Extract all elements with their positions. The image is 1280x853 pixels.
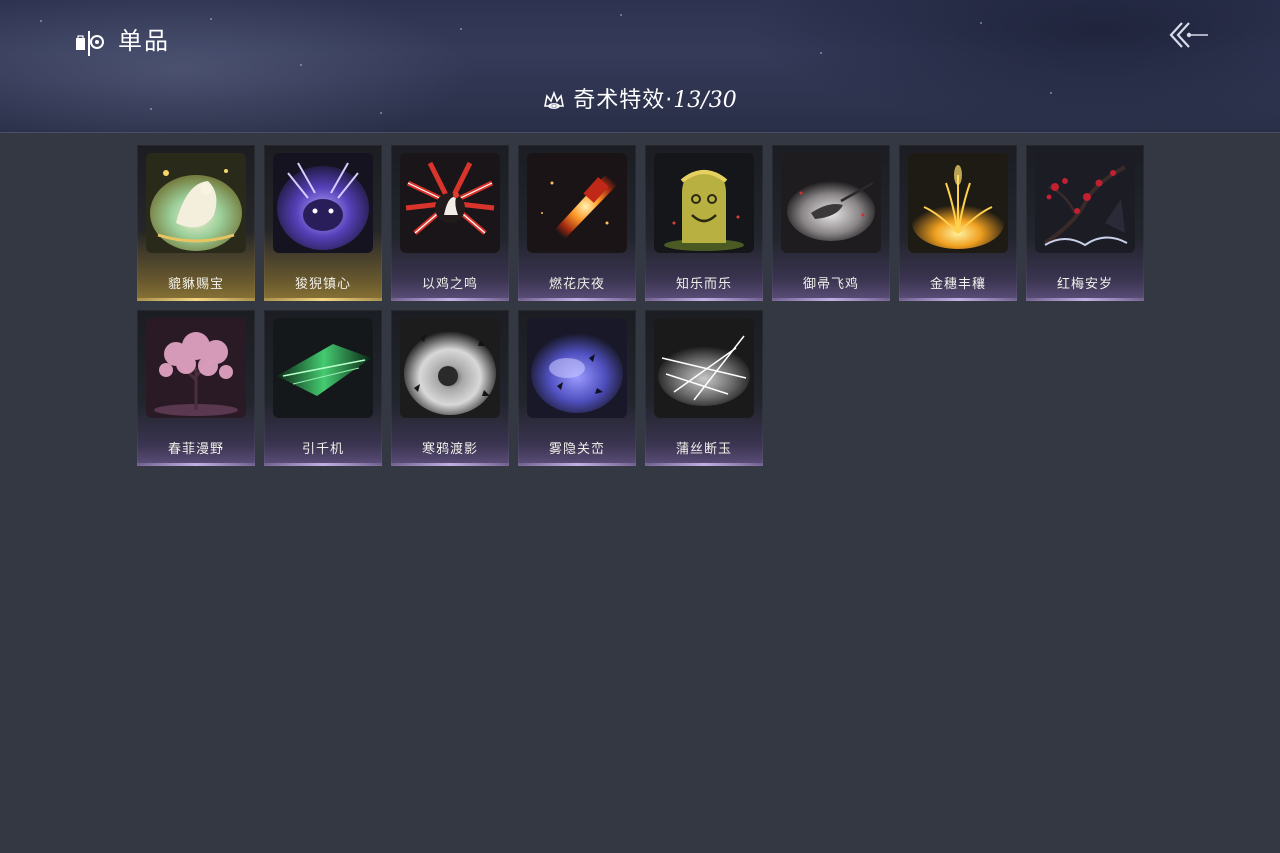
effect-name: 金穗丰穰 <box>929 277 986 292</box>
purple-lion-art <box>273 153 373 253</box>
effect-name: 蒲丝断玉 <box>675 442 732 457</box>
effect-card[interactable]: 蒲丝断玉 <box>645 310 763 466</box>
effect-card[interactable]: 御帚飞鸡 <box>772 145 890 301</box>
green-blade-art <box>273 318 373 418</box>
section-title: 单品 <box>118 27 170 55</box>
category-heading: 奇术特效·13/30 <box>0 86 1280 117</box>
red-plum-art <box>1035 153 1135 253</box>
rarity-edge <box>137 298 255 301</box>
effect-name: 御帚飞鸡 <box>802 277 859 292</box>
fireworks-art <box>527 153 627 253</box>
back-arrow-icon[interactable] <box>1166 18 1210 52</box>
effect-card[interactable]: 引千机 <box>264 310 382 466</box>
effect-card[interactable]: 红梅安岁 <box>1026 145 1144 301</box>
effect-card[interactable]: 寒鸦渡影 <box>391 310 509 466</box>
collection-count: 13/30 <box>673 88 737 113</box>
rarity-edge <box>1026 298 1144 301</box>
effect-name: 寒鸦渡影 <box>421 442 478 457</box>
rarity-edge <box>264 463 382 466</box>
effect-name: 雾隐关峦 <box>548 442 605 457</box>
effect-card[interactable]: 雾隐关峦 <box>518 310 636 466</box>
gold-beast-art <box>146 153 246 253</box>
silk-slash-art <box>654 318 754 418</box>
rarity-edge <box>391 298 509 301</box>
effect-name: 狻猊镇心 <box>294 277 351 292</box>
golden-wheat-art <box>908 153 1008 253</box>
effect-name: 貔貅赐宝 <box>167 277 224 292</box>
effect-card[interactable]: 春菲漫野 <box>137 310 255 466</box>
collection-icon <box>76 31 104 56</box>
effect-name: 春菲漫野 <box>167 442 224 457</box>
pink-blossom-tree-art <box>146 318 246 418</box>
rarity-edge <box>772 298 890 301</box>
category-label: 奇术特效· <box>573 88 674 113</box>
purple-mist-art <box>527 318 627 418</box>
effect-name: 以鸡之鸣 <box>421 277 478 292</box>
rarity-edge <box>137 463 255 466</box>
smiling-stone-art <box>654 153 754 253</box>
effect-name: 引千机 <box>301 442 344 457</box>
effect-name: 燃花庆夜 <box>548 277 605 292</box>
crown-icon <box>544 90 565 109</box>
effect-card[interactable]: 金穗丰穰 <box>899 145 1017 301</box>
rarity-edge <box>264 298 382 301</box>
effect-card[interactable]: 狻猊镇心 <box>264 145 382 301</box>
effect-card[interactable]: 貔貅赐宝 <box>137 145 255 301</box>
rarity-edge <box>899 298 1017 301</box>
rarity-edge <box>518 463 636 466</box>
crow-shadow-art <box>400 318 500 418</box>
effect-card[interactable]: 燃花庆夜 <box>518 145 636 301</box>
effect-card[interactable]: 以鸡之鸣 <box>391 145 509 301</box>
rarity-edge <box>645 463 763 466</box>
rarity-edge <box>645 298 763 301</box>
flying-broom-art <box>781 153 881 253</box>
header-bar: 单品 奇术特效·13/30 <box>0 0 1280 133</box>
effect-card[interactable]: 知乐而乐 <box>645 145 763 301</box>
effects-grid: 貔貅赐宝 狻猊镇心 以鸡之鸣 燃花庆夜 知乐而乐 御帚飞鸡 金穗丰穰 红梅安岁 … <box>137 145 1147 466</box>
effect-name: 知乐而乐 <box>675 277 732 292</box>
rarity-edge <box>391 463 509 466</box>
rooster-firecracker-art <box>400 153 500 253</box>
effect-name: 红梅安岁 <box>1056 277 1113 292</box>
game-screen: 单品 奇术特效·13/30 貔貅赐宝 狻猊镇心 以鸡之鸣 燃花庆夜 知乐而乐 御… <box>0 0 1280 853</box>
rarity-edge <box>518 298 636 301</box>
